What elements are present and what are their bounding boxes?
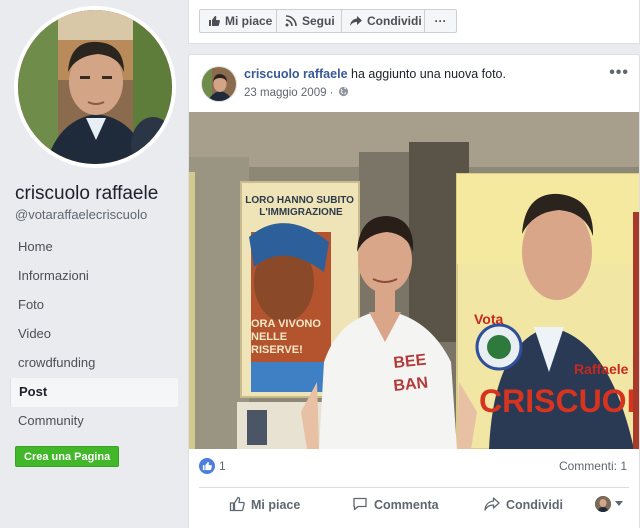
post-author-link[interactable]: criscuolo raffaele bbox=[244, 67, 348, 81]
share-icon bbox=[484, 496, 500, 515]
like-page-label: Mi piace bbox=[225, 14, 273, 28]
poster-right-vota: Vota bbox=[474, 311, 504, 327]
post-author-avatar[interactable] bbox=[201, 66, 237, 102]
follow-button[interactable]: Segui bbox=[276, 9, 344, 33]
follow-label: Segui bbox=[302, 14, 335, 28]
profile-picture[interactable] bbox=[18, 10, 172, 164]
nav-item-community[interactable]: Community bbox=[10, 407, 178, 436]
share-as-avatar[interactable] bbox=[595, 496, 611, 512]
page-action-bar: Mi piace Segui Condividi ··· bbox=[188, 0, 640, 44]
nav-item-foto[interactable]: Foto bbox=[10, 291, 178, 320]
like-reaction-icon[interactable] bbox=[199, 458, 215, 474]
post-options-button[interactable]: ••• bbox=[609, 64, 629, 82]
like-count[interactable]: 1 bbox=[219, 459, 226, 473]
page-nav: Home Informazioni Foto Video crowdfundin… bbox=[10, 233, 178, 436]
post-share-button[interactable]: Condividi bbox=[484, 494, 563, 516]
share-icon bbox=[350, 15, 362, 27]
nav-item-informazioni[interactable]: Informazioni bbox=[10, 262, 178, 291]
share-page-button[interactable]: Condividi bbox=[341, 9, 431, 33]
post-header: criscuolo raffaele ha aggiunto una nuova… bbox=[244, 67, 506, 81]
comments-count[interactable]: Commenti: 1 bbox=[559, 459, 627, 473]
like-page-button[interactable]: Mi piace bbox=[199, 9, 282, 33]
thumbs-up-icon bbox=[208, 15, 220, 27]
post-action-bar: Mi piace Commenta Condividi bbox=[199, 487, 629, 521]
create-page-button[interactable]: Crea una Pagina bbox=[15, 446, 120, 467]
post-photo[interactable]: LORO HANNO SUBITO L'IMMIGRAZIONE ORA VIV… bbox=[189, 112, 639, 449]
nav-item-crowdfunding[interactable]: crowdfunding bbox=[10, 349, 178, 378]
globe-icon bbox=[338, 86, 349, 100]
post-share-label: Condividi bbox=[506, 498, 563, 512]
share-page-label: Condividi bbox=[367, 14, 422, 28]
nav-item-post[interactable]: Post bbox=[10, 378, 178, 407]
nav-item-home[interactable]: Home bbox=[10, 233, 178, 262]
post-date-link[interactable]: 23 maggio 2009 · bbox=[244, 87, 334, 99]
page-name[interactable]: criscuolo raffaele bbox=[15, 183, 158, 205]
rss-icon bbox=[285, 15, 297, 27]
left-sidebar: criscuolo raffaele @votaraffaelecriscuol… bbox=[0, 0, 187, 528]
shirt-text-line-1: BEE bbox=[393, 352, 428, 372]
more-options-button[interactable]: ··· bbox=[424, 9, 457, 33]
post-like-label: Mi piace bbox=[251, 498, 301, 512]
poster-left-headline: LORO HANNO SUBITO L'IMMIGRAZIONE bbox=[245, 195, 357, 218]
page-handle[interactable]: @votaraffaelecriscuolo bbox=[15, 207, 147, 222]
nav-item-video[interactable]: Video bbox=[10, 320, 178, 349]
post-action-text: ha aggiunto una nuova foto. bbox=[347, 67, 506, 81]
shirt-text-line-2: BAN bbox=[393, 374, 429, 395]
poster-right-surname: CRISCUOLO bbox=[479, 383, 639, 419]
post-timestamp: 23 maggio 2009 · bbox=[244, 86, 349, 100]
post-stats: 1 Commenti: 1 bbox=[189, 452, 639, 482]
comment-icon bbox=[352, 496, 368, 515]
poster-right-name: Raffaele bbox=[574, 361, 629, 377]
post-card: criscuolo raffaele ha aggiunto una nuova… bbox=[188, 54, 640, 528]
profile-picture-frame[interactable] bbox=[14, 6, 176, 168]
post-comment-button[interactable]: Commenta bbox=[352, 494, 439, 516]
post-like-button[interactable]: Mi piace bbox=[229, 494, 300, 516]
post-comment-label: Commenta bbox=[374, 498, 439, 512]
thumbs-up-icon bbox=[229, 496, 245, 515]
chevron-down-icon[interactable] bbox=[615, 501, 623, 506]
